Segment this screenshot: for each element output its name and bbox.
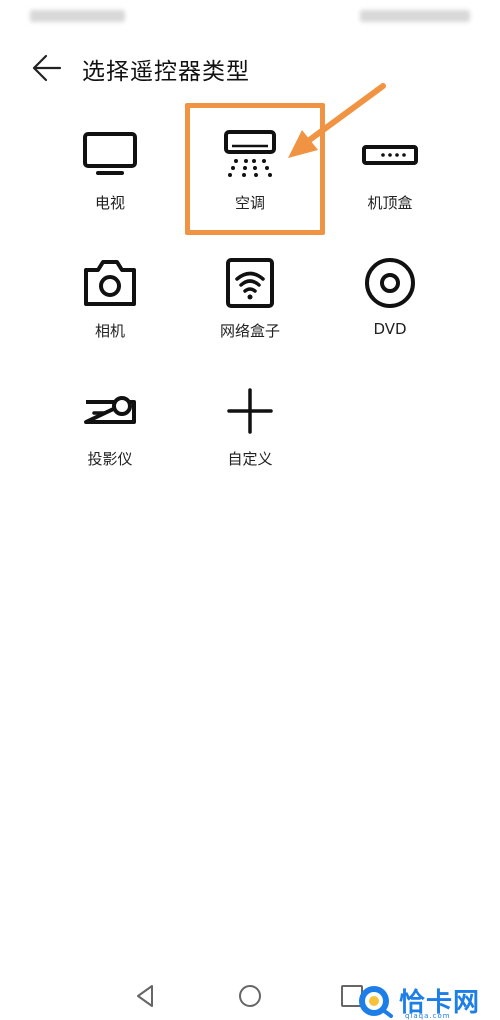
watermark-domain: qiaqa.com (405, 1012, 451, 1020)
device-label: 机顶盒 (367, 194, 413, 212)
device-custom[interactable]: 自定义 (180, 384, 320, 504)
device-label: 电视 (94, 194, 125, 212)
watermark: 恰卡网 qiaqa.com (355, 982, 500, 1020)
header: 选择遥控器类型 (0, 40, 500, 96)
annotation-arrow-icon (288, 83, 386, 158)
tv-icon (83, 132, 137, 175)
device-tv[interactable]: 电视 (40, 128, 180, 248)
back-arrow-icon (32, 54, 62, 82)
device-label: DVD (373, 320, 407, 338)
device-dvd[interactable]: DVD (320, 256, 460, 376)
circle-home-icon (239, 985, 261, 1007)
device-projector[interactable]: 投影仪 (40, 384, 180, 504)
projector-icon (84, 396, 136, 424)
camera-icon (84, 260, 136, 306)
device-label: 相机 (94, 322, 125, 340)
nav-home-button[interactable] (232, 978, 268, 1014)
dvd-icon (365, 258, 415, 308)
wifi-box-icon (226, 258, 274, 308)
status-left-blur (30, 10, 125, 22)
back-button[interactable] (26, 50, 66, 86)
watermark-logo-icon (359, 986, 393, 1018)
device-network-box[interactable]: 网络盒子 (180, 256, 320, 376)
device-label: 投影仪 (87, 450, 133, 468)
plus-icon (227, 388, 273, 434)
status-bar (0, 0, 500, 30)
device-camera[interactable]: 相机 (40, 256, 180, 376)
nav-back-button[interactable] (128, 978, 164, 1014)
triangle-back-icon (137, 985, 153, 1007)
page-title: 选择遥控器类型 (82, 59, 250, 85)
device-label: 自定义 (227, 450, 273, 468)
status-right-blur (360, 10, 470, 22)
device-label: 网络盒子 (219, 322, 280, 340)
